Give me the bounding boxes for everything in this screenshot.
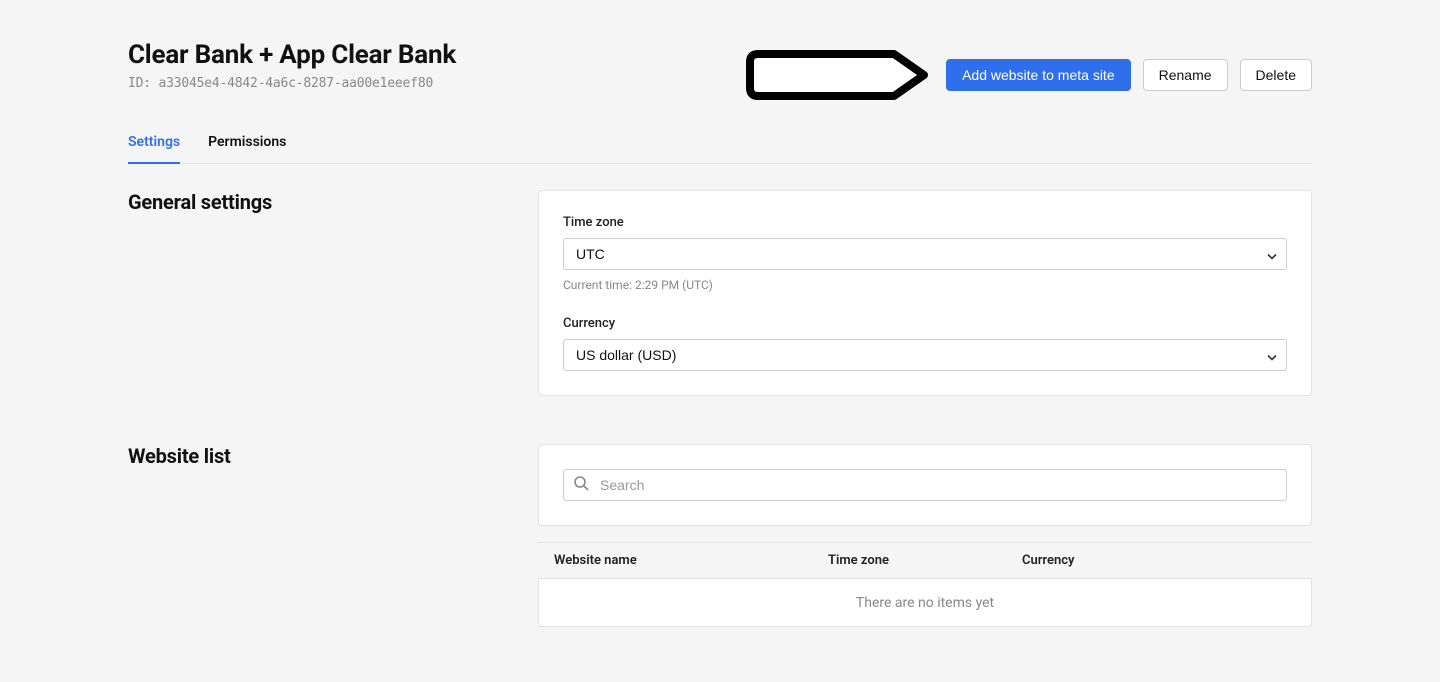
column-website-name: Website name bbox=[554, 553, 828, 568]
tabs: Settings Permissions bbox=[128, 124, 1312, 164]
website-list-panel bbox=[538, 444, 1312, 526]
delete-button[interactable]: Delete bbox=[1240, 59, 1312, 91]
column-currency: Currency bbox=[1022, 553, 1296, 568]
website-table: Website name Time zone Currency There ar… bbox=[538, 542, 1312, 627]
timezone-label: Time zone bbox=[563, 215, 1287, 230]
currency-select[interactable] bbox=[563, 339, 1287, 371]
search-icon bbox=[573, 475, 589, 495]
table-header: Website name Time zone Currency bbox=[538, 542, 1312, 579]
website-list-heading: Website list bbox=[128, 444, 498, 468]
tab-settings[interactable]: Settings bbox=[128, 124, 180, 164]
page-title: Clear Bank + App Clear Bank bbox=[128, 40, 456, 70]
timezone-select[interactable] bbox=[563, 238, 1287, 270]
search-input[interactable] bbox=[563, 469, 1287, 501]
entity-id: ID: a33045e4-4842-4a6c-8287-aa00e1eeef80 bbox=[128, 76, 456, 91]
annotation-arrow-icon bbox=[746, 46, 930, 104]
general-settings-heading: General settings bbox=[128, 190, 498, 214]
add-website-button[interactable]: Add website to meta site bbox=[946, 59, 1131, 91]
table-empty-state: There are no items yet bbox=[538, 579, 1312, 627]
rename-button[interactable]: Rename bbox=[1143, 59, 1228, 91]
currency-label: Currency bbox=[563, 316, 1287, 331]
tab-permissions[interactable]: Permissions bbox=[208, 124, 286, 164]
general-settings-panel: Time zone Current time: 2:29 PM (UTC) Cu… bbox=[538, 190, 1312, 396]
current-time-helper: Current time: 2:29 PM (UTC) bbox=[563, 278, 1287, 292]
column-time-zone: Time zone bbox=[828, 553, 1022, 568]
